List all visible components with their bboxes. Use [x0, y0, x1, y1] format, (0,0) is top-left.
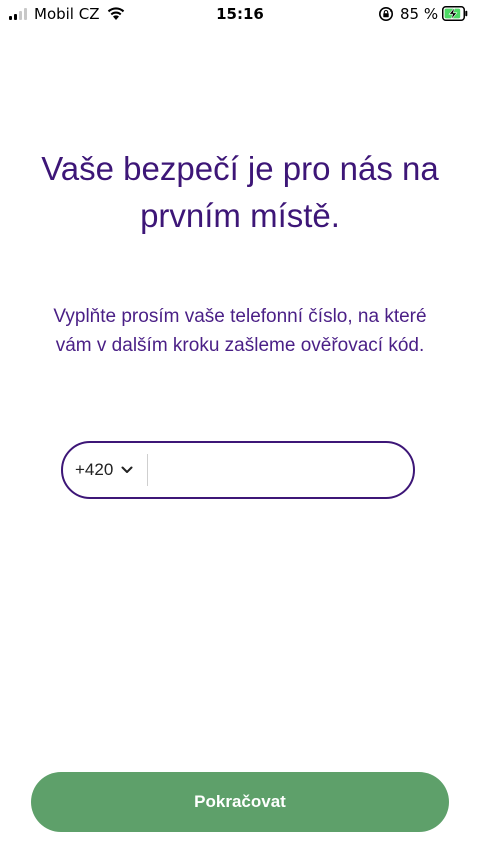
page-title: Vaše bezpečí je pro nás na prvním místě. [41, 150, 439, 234]
status-bar: Mobil CZ 15:16 85 % [0, 0, 480, 30]
phone-number-field: +420 [61, 441, 415, 499]
battery-charging-icon [442, 6, 468, 21]
country-code-label: +420 [75, 460, 114, 479]
instruction-text: Vyplňte prosím vaše telefonní číslo, na … [53, 306, 427, 356]
battery-percentage: 85 % [400, 5, 439, 23]
continue-button[interactable]: Pokračovat [31, 772, 449, 832]
country-code-selector[interactable]: +420 [63, 443, 147, 497]
phone-number-input[interactable] [148, 443, 413, 497]
chevron-down-icon [121, 466, 133, 473]
orientation-lock-icon [379, 7, 393, 21]
